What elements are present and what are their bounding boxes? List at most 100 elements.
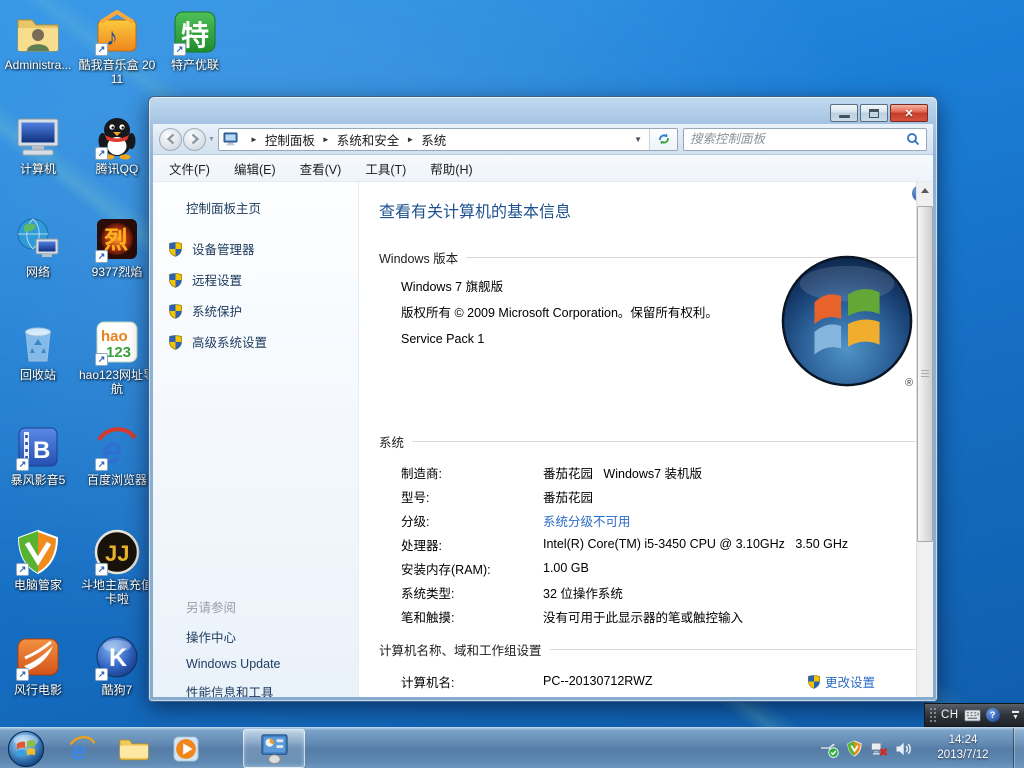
desktop-icon-baofeng[interactable]: B 暴风影音5: [0, 423, 78, 487]
sidebar-item-action-center[interactable]: 操作中心: [186, 627, 281, 646]
shortcut-arrow-icon: [95, 353, 108, 366]
safely-remove-hardware-icon[interactable]: [820, 740, 839, 758]
desktop-icon-kugou[interactable]: K 酷狗7: [77, 633, 157, 697]
scrollbar-thumb[interactable]: [917, 206, 933, 542]
network-disconnected-icon[interactable]: [870, 740, 888, 757]
system-tray: [820, 728, 912, 768]
menu-tools[interactable]: 工具(T): [365, 159, 406, 178]
taskbar-explorer-button[interactable]: [108, 728, 160, 768]
shortcut-arrow-icon: [16, 563, 29, 576]
computer-icon: [14, 112, 62, 160]
address-bar[interactable]: ► 控制面板 ► 系统和安全 ► 系统 ▼: [218, 128, 678, 151]
language-indicator[interactable]: CH: [941, 709, 959, 721]
desktop-icon-funshion[interactable]: 风行电影: [0, 633, 78, 697]
desktop-icon-9377[interactable]: 烈 9377烈焰: [77, 215, 157, 279]
see-also-header: 另请参阅: [186, 597, 281, 616]
language-options-button[interactable]: ▬▼: [1012, 709, 1021, 721]
desktop-icon-label: 百度浏览器: [77, 473, 157, 487]
taskbar-internet-explorer-button[interactable]: e: [56, 728, 108, 768]
uac-shield-icon: [807, 674, 821, 689]
desktop-icon-techan[interactable]: 特 特产优联: [155, 8, 235, 72]
menu-edit[interactable]: 编辑(E): [234, 159, 276, 178]
hao123-icon: hao123: [93, 318, 141, 366]
computer-name-section: 计算机名称、域和工作组设置 计算机名: PC--20130712RWZ 更改设置…: [379, 640, 925, 697]
sidebar-item-windows-update[interactable]: Windows Update: [186, 657, 281, 671]
system-section: 系统 制造商:番茄花园 Windows7 装机版 型号:番茄花园 分级:系统分级…: [379, 432, 925, 628]
system-row-processor: 处理器:Intel(R) Core(TM) i5-3450 CPU @ 3.10…: [401, 532, 925, 556]
recent-pages-dropdown[interactable]: ▼: [208, 136, 215, 143]
desktop-icon-doudizhu[interactable]: JJ 斗地主赢充值卡啦: [77, 528, 157, 607]
desktop-icon-computer[interactable]: 计算机: [0, 112, 78, 176]
taskbar-media-player-button[interactable]: [160, 728, 212, 768]
sidebar-item-system-protection[interactable]: 系统保护: [168, 301, 358, 320]
section-header: Windows 版本: [379, 248, 458, 267]
sidebar-item-label: 远程设置: [192, 270, 242, 289]
pc-manager-tray-shield-icon[interactable]: [846, 740, 863, 757]
start-button[interactable]: [6, 729, 46, 768]
sidebar-item-remote-settings[interactable]: 远程设置: [168, 270, 358, 289]
back-button[interactable]: [159, 128, 182, 151]
recycle-bin-icon: [14, 318, 62, 366]
desktop-icon-kuwo[interactable]: ♪ 酷我音乐盒 2011: [77, 8, 157, 87]
change-settings-link[interactable]: 更改设置: [807, 672, 875, 691]
menu-file[interactable]: 文件(F): [169, 159, 210, 178]
maximize-button[interactable]: [860, 104, 888, 122]
doudizhu-game-icon: JJ: [93, 528, 141, 576]
search-icon[interactable]: [906, 132, 920, 146]
show-desktop-button[interactable]: [1013, 728, 1024, 768]
vertical-scrollbar[interactable]: [916, 182, 933, 697]
shortcut-arrow-icon: [95, 668, 108, 681]
caption-buttons: ✕: [830, 104, 928, 122]
desktop-icon-label: 斗地主赢充值卡啦: [77, 578, 157, 607]
menu-help[interactable]: 帮助(H): [430, 159, 472, 178]
see-also-section: 另请参阅 操作中心 Windows Update 性能信息和工具: [186, 597, 281, 697]
breadcrumb-control-panel[interactable]: 控制面板: [264, 128, 316, 151]
desktop-icon-hao123[interactable]: hao123 hao123网址导航: [77, 318, 157, 397]
sidebar-item-control-panel-home[interactable]: 控制面板主页: [186, 198, 358, 217]
desktop-icon-pc-manager[interactable]: 电脑管家: [0, 528, 78, 592]
sidebar-item-device-manager[interactable]: 设备管理器: [168, 239, 358, 258]
shortcut-arrow-icon: [16, 458, 29, 471]
desktop-icon-baidu-browser[interactable]: e 百度浏览器: [77, 423, 157, 487]
taskbar-control-panel-window-button[interactable]: [243, 729, 305, 768]
forward-button[interactable]: [183, 128, 206, 151]
system-row-type: 系统类型:32 位操作系统: [401, 580, 925, 604]
close-button[interactable]: ✕: [890, 104, 928, 122]
taskbar-clock[interactable]: 14:24 2013/7/12: [918, 733, 1008, 763]
breadcrumb-system-security[interactable]: 系统和安全: [336, 128, 401, 151]
shortcut-arrow-icon: [95, 43, 108, 56]
search-input[interactable]: [690, 132, 906, 146]
taskbar-pinned-icons: e: [56, 728, 212, 768]
windows-flag-logo: ®: [779, 254, 917, 399]
section-header: 计算机名称、域和工作组设置: [379, 640, 542, 659]
minimize-button[interactable]: [830, 104, 858, 122]
refresh-button[interactable]: [650, 129, 677, 150]
desktop-icon-label: 酷我音乐盒 2011: [77, 58, 157, 87]
svg-text:JJ: JJ: [105, 541, 129, 566]
language-bar-grip[interactable]: [929, 707, 936, 723]
menu-view[interactable]: 查看(V): [300, 159, 342, 178]
svg-text:B: B: [33, 437, 50, 464]
sidebar-item-performance-tools[interactable]: 性能信息和工具: [186, 682, 281, 697]
pc-manager-shield-icon: [14, 528, 62, 576]
desktop-icon-network[interactable]: 网络: [0, 215, 78, 279]
kugou-music-icon: K: [93, 633, 141, 681]
sidebar: 控制面板主页 设备管理器 远程设置 系统保护 高级系统设置: [153, 182, 359, 697]
uac-shield-icon: [168, 272, 183, 288]
arrow-up-icon: [921, 188, 929, 193]
desktop-icon-recycle-bin[interactable]: 回收站: [0, 318, 78, 382]
address-dropdown-button[interactable]: ▼: [627, 135, 649, 144]
rating-unavailable-link[interactable]: 系统分级不可用: [543, 511, 631, 530]
breadcrumb-system[interactable]: 系统: [420, 128, 447, 151]
desktop-icon-qq[interactable]: 腾讯QQ: [77, 112, 157, 176]
scroll-up-button[interactable]: [917, 182, 933, 199]
registered-trademark: ®: [905, 377, 913, 389]
desktop-icon-administrator[interactable]: Administra...: [0, 8, 78, 72]
sidebar-item-advanced-settings[interactable]: 高级系统设置: [168, 332, 358, 351]
main-pane: ? 查看有关计算机的基本信息 Windows 版本 Windows 7 旗舰版 …: [359, 182, 933, 697]
internet-explorer-icon: e: [67, 734, 97, 764]
change-settings-label: 更改设置: [825, 672, 875, 691]
language-help-icon[interactable]: ?: [986, 708, 1000, 722]
keyboard-icon[interactable]: [964, 709, 981, 722]
volume-icon[interactable]: [895, 741, 912, 757]
